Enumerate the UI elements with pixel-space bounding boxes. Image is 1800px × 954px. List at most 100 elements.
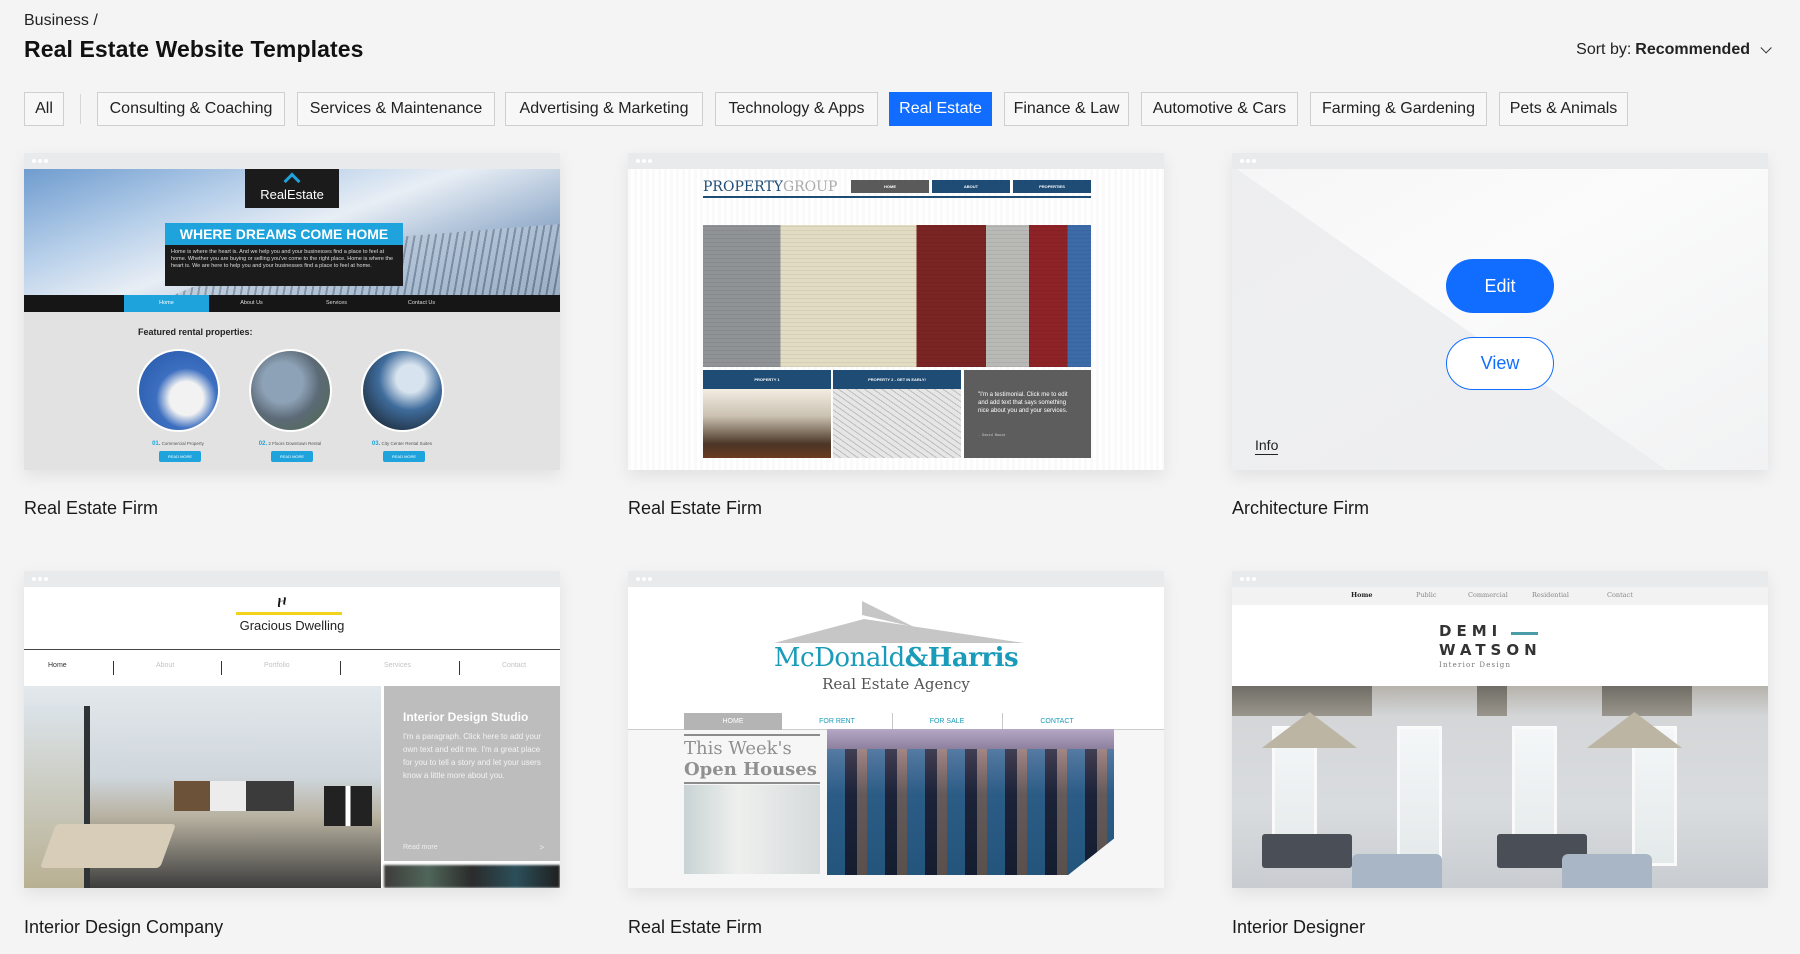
preview-feature-heading: This Week's Open Houses — [684, 734, 820, 784]
preview-nav-item: FOR RENT — [819, 718, 855, 725]
testimonial: "I'm a testimonial. Click me to edit and… — [964, 370, 1091, 458]
preview-nav-item: Commercial — [1468, 591, 1508, 599]
template-preview[interactable]: McDonald&Harris Real Estate Agency HOME … — [628, 571, 1164, 888]
divider — [236, 612, 342, 615]
property-image — [137, 349, 220, 432]
filter-farming-gardening[interactable]: Farming & Gardening — [1310, 92, 1487, 126]
filter-finance-law[interactable]: Finance & Law — [1004, 92, 1129, 126]
property-image — [833, 389, 961, 458]
filter-automotive-cars[interactable]: Automotive & Cars — [1141, 92, 1298, 126]
preview-nav: HOME FOR RENT FOR SALE CONTACT — [684, 713, 1097, 730]
preview-headline: WHERE DREAMS COME HOME — [165, 223, 403, 245]
arrow-right-icon: > — [539, 843, 544, 852]
info-link[interactable]: Info — [1255, 437, 1279, 455]
filter-consulting-coaching[interactable]: Consulting & Coaching — [97, 92, 285, 126]
property-image — [703, 389, 831, 458]
preview-logo: McDonald&Harris — [773, 643, 1019, 673]
preview-nav-item: FOR SALE — [929, 718, 965, 725]
preview-tagline: Interior Design — [1439, 661, 1512, 669]
preview-logo: Gracious Dwelling — [239, 618, 345, 633]
divider — [24, 649, 560, 650]
template-preview[interactable]: Home Public Commercial Residential Conta… — [1232, 571, 1768, 888]
breadcrumb[interactable]: Business / — [24, 12, 98, 30]
roof-logo-icon — [774, 601, 1024, 643]
preview-nav-item: Public — [1416, 591, 1437, 599]
template-title[interactable]: Real Estate Firm — [628, 498, 762, 519]
browser-bar — [628, 153, 1164, 169]
preview-image — [384, 865, 560, 888]
preview-subtitle: Real Estate Agency — [822, 675, 970, 693]
preview-nav-item: Services — [384, 662, 411, 669]
filter-pets-animals[interactable]: Pets & Animals — [1499, 92, 1628, 126]
browser-bar — [628, 571, 1164, 587]
read-more-button: READ MORE — [159, 451, 201, 462]
preview-nav-item: Home — [124, 295, 209, 312]
chair-icon: ዞ — [277, 591, 287, 611]
sort-value: Recommended — [1635, 41, 1750, 58]
browser-bar — [24, 571, 560, 587]
template-preview[interactable]: RealEstate WHERE DREAMS COME HOME Home i… — [24, 153, 560, 470]
preview-logo: RealEstate — [245, 169, 339, 208]
property-caption: 02. 2 Floors Downtown Rental — [258, 441, 322, 447]
preview-nav-item: CONTACT — [1040, 718, 1074, 725]
divider — [703, 196, 1091, 198]
preview-nav-item: Services — [325, 300, 348, 306]
sort-label: Sort by: — [1576, 41, 1632, 58]
preview-nav-item: Home — [48, 662, 67, 669]
preview-logo: DEMI WATSON — [1439, 622, 1542, 659]
property-caption: 01. Commercial Property — [152, 441, 204, 447]
property-label: PROPERTY 1 — [703, 370, 831, 389]
hero-image — [827, 729, 1114, 875]
filter-divider — [80, 94, 81, 124]
property-caption: 03. City Center Rental Suites — [371, 441, 433, 447]
chevron-down-icon — [1760, 42, 1772, 54]
browser-bar — [24, 153, 560, 169]
preview-nav-item: Contact — [502, 662, 527, 669]
template-preview[interactable]: ዞ Gracious Dwelling Home About Portfolio… — [24, 571, 560, 888]
preview-nav-item: Home — [1351, 591, 1373, 599]
template-title[interactable]: Real Estate Firm — [628, 917, 762, 938]
preview-nav-item: About Us — [240, 300, 263, 306]
read-more-button: READ MORE — [383, 451, 425, 462]
sort-dropdown[interactable]: Sort by: Recommended — [1576, 41, 1772, 59]
preview-text-box: Interior Design Studio I'm a paragraph. … — [384, 686, 560, 861]
preview-nav-item: PROPERTIES — [1013, 180, 1091, 193]
template-preview[interactable]: PROPERTYGROUP HOME ABOUT PROPERTIES PROP… — [628, 153, 1164, 470]
preview-nav-item: About — [156, 662, 175, 669]
preview-logo: PROPERTYGROUP — [703, 179, 838, 195]
featured-heading: Featured rental properties: — [138, 327, 253, 337]
read-more-button: READ MORE — [271, 451, 313, 462]
filter-real-estate[interactable]: Real Estate — [889, 92, 992, 126]
filter-services-maintenance[interactable]: Services & Maintenance — [297, 92, 495, 126]
preview-nav-item: Contact — [1607, 591, 1633, 599]
hero-image — [24, 686, 381, 888]
edit-button[interactable]: Edit — [1446, 259, 1554, 313]
preview-nav: Home About Portfolio Services Contact — [24, 657, 560, 677]
filter-technology-apps[interactable]: Technology & Apps — [715, 92, 878, 126]
property-label: PROPERTY 2 - GET IN EARLY! — [833, 370, 961, 389]
preview-nav-item: HOME — [851, 180, 929, 193]
property-image — [249, 349, 332, 432]
template-title[interactable]: Interior Design Company — [24, 917, 223, 938]
filter-all[interactable]: All — [24, 92, 64, 126]
template-title[interactable]: Interior Designer — [1232, 917, 1365, 938]
preview-nav-item: Contact Us — [407, 300, 436, 306]
template-title[interactable]: Real Estate Firm — [24, 498, 158, 519]
preview-nav-item: Residential — [1532, 591, 1569, 599]
browser-bar — [1232, 571, 1768, 587]
filter-advertising-marketing[interactable]: Advertising & Marketing — [505, 92, 703, 126]
hero-image — [1232, 686, 1768, 888]
template-title[interactable]: Architecture Firm — [1232, 498, 1369, 519]
template-preview[interactable]: Edit View Info — [1232, 153, 1768, 470]
preview-nav-item: Portfolio — [264, 662, 290, 669]
preview-nav-item: ABOUT — [932, 180, 1010, 193]
view-button[interactable]: View — [1446, 337, 1554, 390]
divider — [1511, 632, 1538, 635]
property-image — [361, 349, 444, 432]
browser-bar — [1232, 153, 1768, 169]
preview-image — [684, 785, 820, 874]
page-title: Real Estate Website Templates — [24, 36, 364, 62]
preview-nav: Home Public Commercial Residential Conta… — [1232, 587, 1768, 605]
hero-image — [703, 225, 1091, 367]
preview-body: Home is where the heart is. And we help … — [165, 245, 403, 286]
